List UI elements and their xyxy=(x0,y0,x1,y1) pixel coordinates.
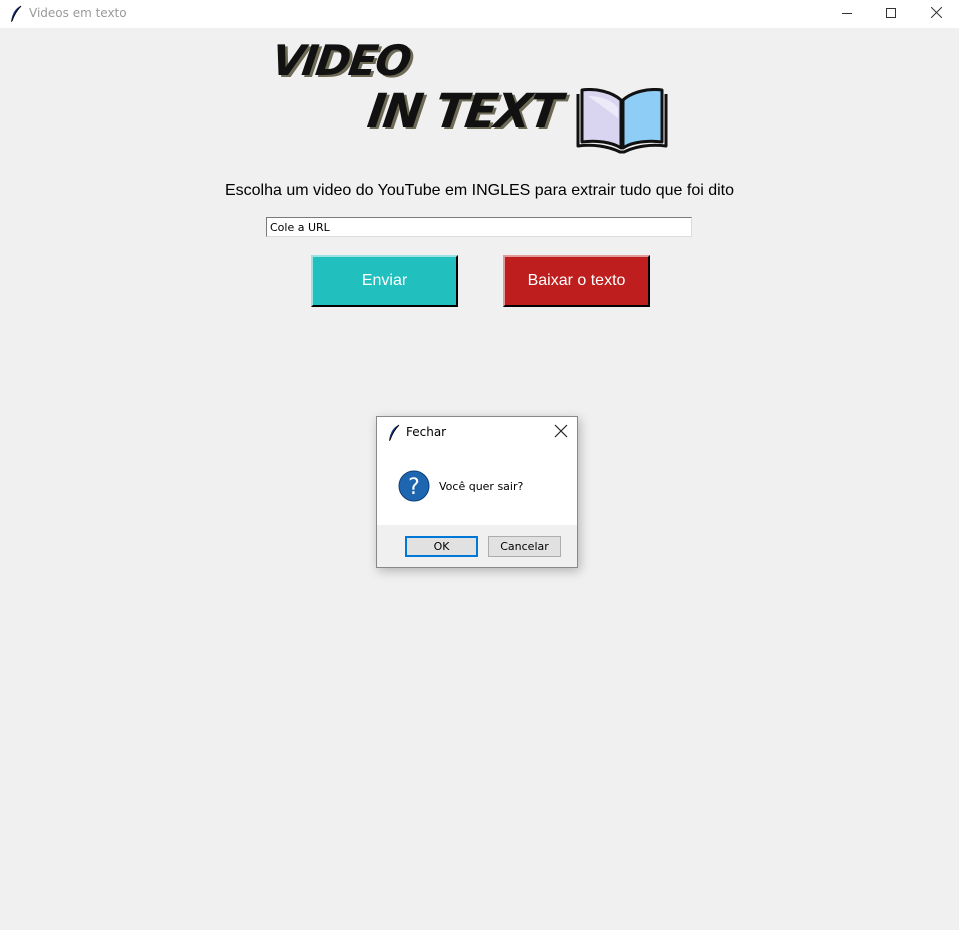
question-icon: ? xyxy=(398,470,430,502)
logo-title-line2: IN TEXT xyxy=(364,84,564,139)
download-text-button[interactable]: Baixar o texto xyxy=(503,255,650,307)
open-book-icon xyxy=(574,88,670,156)
feather-icon xyxy=(9,5,23,23)
instruction-text: Escolha um video do YouTube em INGLES pa… xyxy=(224,182,735,199)
svg-text:?: ? xyxy=(408,475,420,500)
maximize-button[interactable] xyxy=(868,0,914,28)
feather-icon xyxy=(387,424,401,442)
confirm-exit-dialog: Fechar ? Você quer sair? OK Cancelar xyxy=(376,416,578,568)
title-bar: Videos em texto xyxy=(0,0,959,28)
dialog-button-bar: OK Cancelar xyxy=(377,525,577,567)
dialog-close-icon[interactable] xyxy=(553,423,569,439)
dialog-title: Fechar xyxy=(406,425,447,439)
cancel-button[interactable]: Cancelar xyxy=(488,536,561,557)
close-icon xyxy=(930,5,942,23)
window-title: Videos em texto xyxy=(29,6,127,20)
send-button[interactable]: Enviar xyxy=(311,255,458,307)
url-input[interactable] xyxy=(266,217,692,237)
ok-button[interactable]: OK xyxy=(405,536,478,557)
logo-title-line1: VIDEO xyxy=(268,36,413,85)
dialog-message: Você quer sair? xyxy=(439,480,524,493)
maximize-icon xyxy=(886,5,896,23)
minimize-button[interactable] xyxy=(824,0,870,28)
close-window-button[interactable] xyxy=(913,0,959,28)
minimize-icon xyxy=(842,5,852,23)
